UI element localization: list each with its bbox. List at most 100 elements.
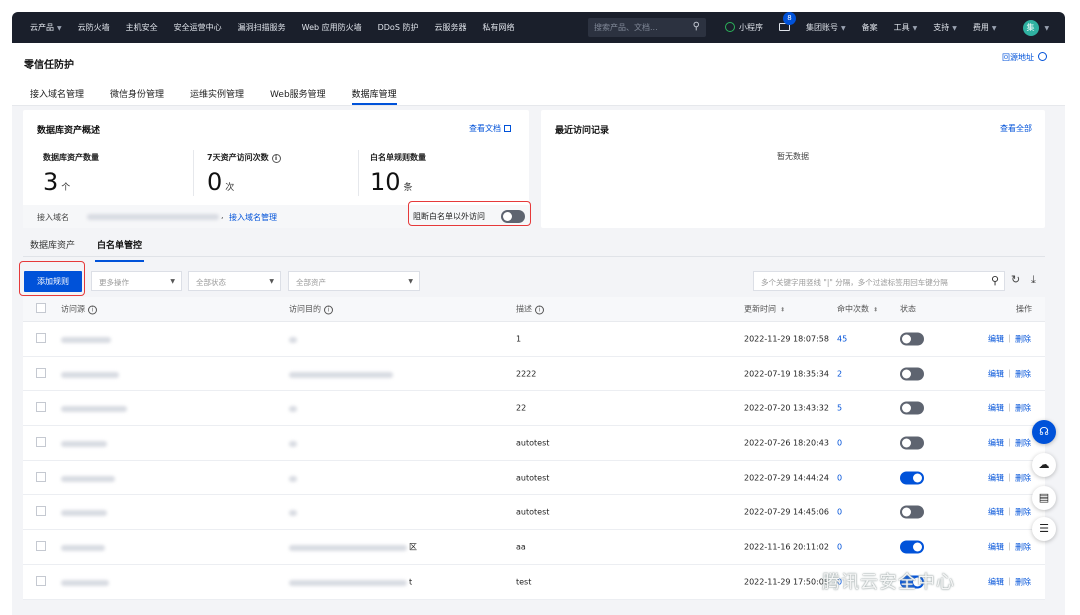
edit-button[interactable]: 编辑 (988, 577, 1004, 586)
tab-ops-instance[interactable]: 运维实例管理 (190, 79, 244, 105)
info-icon[interactable]: i (535, 305, 544, 315)
row-status-toggle[interactable] (900, 505, 924, 519)
edit-button[interactable]: 编辑 (988, 438, 1004, 447)
delete-button[interactable]: 删除 (1015, 369, 1031, 378)
nav-item[interactable]: DDoS 防护 (370, 22, 427, 33)
nav-item[interactable]: 云防火墙 (70, 22, 118, 33)
col-updated[interactable]: 更新时间 ⬍ (744, 304, 785, 315)
tab-db-assets[interactable]: 数据库资产 (30, 238, 75, 258)
billing-menu[interactable]: 费用 ▼ (965, 22, 1005, 33)
edit-button[interactable]: 编辑 (988, 369, 1004, 378)
info-icon[interactable]: i (271, 154, 281, 163)
row-hits-link[interactable]: 2 (837, 369, 842, 378)
row-hits-link[interactable]: 0 (837, 473, 842, 482)
refresh-icon[interactable]: ↻ (1011, 273, 1020, 286)
info-icon[interactable]: i (88, 305, 97, 315)
row-hits-link[interactable]: 45 (837, 334, 847, 343)
row-status-toggle[interactable] (900, 332, 924, 346)
col-desc: 描述 i (516, 304, 544, 315)
row-hits-link[interactable]: 0 (837, 508, 842, 517)
view-docs-link[interactable]: 查看文档 (469, 123, 511, 134)
tools-menu[interactable]: 工具 ▼ (886, 22, 926, 33)
col-hits[interactable]: 命中次数 ⬍ (837, 304, 878, 315)
row-status-toggle[interactable] (900, 540, 924, 554)
delete-button[interactable]: 删除 (1015, 508, 1031, 517)
nav-item[interactable]: 主机安全 (118, 22, 166, 33)
row-checkbox[interactable] (36, 540, 46, 553)
delete-button[interactable]: 删除 (1015, 473, 1031, 482)
delete-button[interactable]: 删除 (1015, 438, 1031, 447)
global-search-input[interactable]: 搜索产品、文档... ⚲ (588, 18, 706, 37)
tab-database-management[interactable]: 数据库管理 (351, 79, 397, 105)
asset-select[interactable]: 全部资产 ▼ (288, 271, 420, 291)
tab-domain-management[interactable]: 接入域名管理 (30, 79, 84, 105)
filter-search-input[interactable]: 多个关键字用竖线 "|" 分隔，多个过滤标签用回车键分隔 ⚲ (753, 271, 1005, 291)
edit-button[interactable]: 编辑 (988, 404, 1004, 413)
row-desc: 1 (516, 334, 522, 344)
row-checkbox[interactable] (36, 471, 46, 484)
row-checkbox[interactable] (36, 367, 46, 380)
nav-item[interactable]: 私有网络 (474, 22, 522, 33)
domain-manage-link[interactable]: 接入域名管理 (229, 212, 277, 223)
select-all-checkbox[interactable] (36, 303, 46, 315)
edit-button[interactable]: 编辑 (988, 508, 1004, 517)
nav-cloud-products[interactable]: 云产品 ▼ (12, 22, 70, 33)
nav-item[interactable]: 安全运营中心 (166, 22, 230, 33)
delete-button[interactable]: 删除 (1015, 542, 1031, 551)
origin-address-link[interactable]: 回源地址 (1002, 52, 1047, 63)
more-operations-select[interactable]: 更多操作 ▼ (91, 271, 182, 291)
book-icon[interactable]: ▤ (1032, 486, 1056, 510)
tab-whitelist-control[interactable]: 白名单管控 (95, 238, 145, 262)
row-status-toggle[interactable] (900, 471, 924, 485)
support-menu[interactable]: 支持 ▼ (925, 22, 965, 33)
user-avatar-menu[interactable]: 集 ▼ (1015, 19, 1058, 36)
nav-item[interactable]: 漏洞扫描服务 (230, 22, 294, 33)
download-icon[interactable]: ⤓ (1031, 273, 1036, 287)
stat-whitelist-count: 白名单规则数量 10 条 (370, 153, 426, 196)
nav-item[interactable]: Web 应用防火墙 (294, 22, 370, 33)
search-icon[interactable]: ⚲ (991, 274, 999, 287)
customer-service-icon[interactable]: ☊ (1032, 420, 1056, 444)
filing-link[interactable]: 备案 (854, 22, 886, 33)
row-checkbox[interactable] (36, 506, 46, 518)
tab-wechat-identity[interactable]: 微信身份管理 (110, 79, 164, 105)
row-hits-link[interactable]: 0 (837, 438, 842, 447)
recent-access-card: 最近访问记录 查看全部 暂无数据 (541, 110, 1045, 228)
row-checkbox[interactable] (36, 436, 46, 449)
row-status-toggle[interactable] (900, 436, 924, 450)
view-all-link[interactable]: 查看全部 (1000, 123, 1032, 134)
row-hits-link[interactable]: 0 (837, 542, 842, 551)
row-desc: 22 (516, 403, 527, 413)
delete-button[interactable]: 删除 (1015, 404, 1031, 413)
tab-web-service[interactable]: Web服务管理 (270, 79, 326, 105)
row-desc: autotest (516, 507, 550, 517)
stat-value: 3 (43, 168, 59, 196)
row-checkbox[interactable] (36, 575, 46, 588)
row-checkbox[interactable] (36, 332, 46, 345)
edit-button[interactable]: 编辑 (988, 473, 1004, 482)
divider (358, 150, 359, 196)
delete-button[interactable]: 删除 (1015, 334, 1031, 343)
table-row: 区 aa 2022-11-16 20:11:02 0 编辑 删除 (23, 530, 1045, 565)
group-account-menu[interactable]: 集团账号 ▼ (798, 22, 854, 33)
divider (23, 256, 1045, 257)
row-actions: 编辑 删除 (988, 437, 1031, 448)
miniprogram-link[interactable]: 小程序 (717, 22, 771, 33)
edit-button[interactable]: 编辑 (988, 334, 1004, 343)
mail-button[interactable]: 8 (771, 12, 798, 32)
row-hits-link[interactable]: 5 (837, 404, 842, 413)
search-icon[interactable]: ⚲ (693, 21, 700, 32)
delete-button[interactable]: 删除 (1015, 577, 1031, 586)
row-status-toggle[interactable] (900, 367, 924, 381)
list-icon[interactable]: ☰ (1032, 517, 1056, 541)
redacted-source (61, 406, 127, 413)
info-icon[interactable]: i (324, 305, 333, 315)
edit-button[interactable]: 编辑 (988, 542, 1004, 551)
cloud-icon[interactable]: ☁ (1032, 453, 1056, 477)
row-checkbox[interactable] (36, 402, 46, 414)
row-status-toggle[interactable] (900, 401, 924, 415)
status-select[interactable]: 全部状态 ▼ (188, 271, 281, 291)
whitelist-table: 访问源 i 访问目的 i 描述 i 更新时间 ⬍ 命中次数 ⬍ 状态 操作 1 2022-1… (23, 297, 1045, 600)
user-icon (1038, 52, 1047, 61)
nav-item[interactable]: 云服务器 (426, 22, 474, 33)
